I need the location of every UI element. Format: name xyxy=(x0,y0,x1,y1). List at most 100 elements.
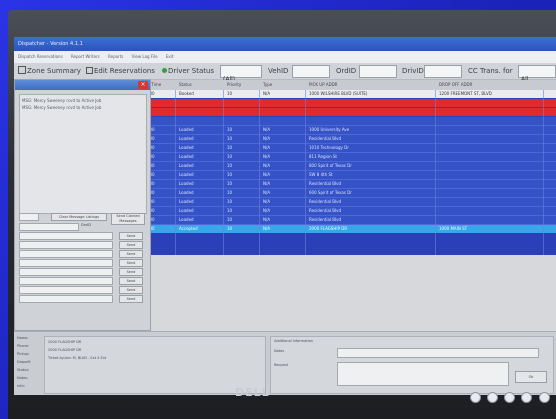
monitor-button[interactable] xyxy=(470,392,481,403)
close-icon[interactable]: × xyxy=(138,81,148,89)
power-button[interactable] xyxy=(539,392,550,403)
cc-trans-select[interactable]: All xyxy=(518,65,556,83)
col-dropoff[interactable]: DROP OFF ADDR xyxy=(439,80,472,90)
monitor-button[interactable] xyxy=(504,392,515,403)
col-status[interactable]: Status xyxy=(179,80,192,90)
monitor-brand-logo: DELL xyxy=(235,386,270,399)
notes-field[interactable] xyxy=(337,348,539,358)
table-row[interactable]: 10:00Loaded10N/ASW 8 4th St xyxy=(139,171,556,180)
send-canned-messages-button[interactable]: Send Canned Messages xyxy=(111,213,145,225)
table-row[interactable]: 10:00Loaded10N/A800 Spirit of Texas Dr xyxy=(139,162,556,171)
menu-item-exit[interactable]: Exit xyxy=(166,54,174,59)
canned-message-field[interactable] xyxy=(19,286,113,294)
additional-info-label: Additional Information xyxy=(274,339,313,343)
vehid-input[interactable] xyxy=(292,65,330,78)
cell-pickup: Residential Blvd xyxy=(309,199,342,204)
table-row[interactable]: 10:00Loaded10N/AResidential Blvd xyxy=(139,198,556,207)
cc-trans-label: CC Trans. for xyxy=(468,67,513,75)
menu-item-report-writers[interactable]: Report Writers xyxy=(71,54,100,59)
cell-pickup: 1000 WILSHIRE BLVD (SUITE) xyxy=(309,91,368,96)
reservations-grid: Res Time Status Priority Type PICK UP AD… xyxy=(139,80,556,255)
cell-type: N/A xyxy=(263,208,271,213)
cell-pickup: 600 Spirit of Texas Dr xyxy=(309,190,352,195)
msg-target-field[interactable] xyxy=(19,213,39,221)
canned-message-field[interactable] xyxy=(19,259,113,267)
table-row-selected[interactable]: 10:00Accepted10N/A2000 FLAGSHIP DR1000 M… xyxy=(139,225,556,233)
edit-reservations-button[interactable]: Edit Reservations xyxy=(86,64,155,78)
cell-pickup: 811 Region St xyxy=(309,154,337,159)
table-row[interactable]: 10:00Loaded10N/A1010 Technology Dr xyxy=(139,144,556,153)
additional-info-box: Additional Information Notes Request Ok xyxy=(270,336,554,394)
send-button[interactable]: Send xyxy=(119,259,143,267)
cell-pickup: 800 Spirit of Texas Dr xyxy=(309,163,352,168)
zone-summary-button[interactable]: Zone Summary xyxy=(18,64,81,78)
canned-message-field[interactable] xyxy=(19,277,113,285)
cell-type: N/A xyxy=(263,199,271,204)
table-row[interactable] xyxy=(139,99,556,107)
cell-type: N/A xyxy=(263,190,271,195)
monitor-button[interactable] xyxy=(521,392,532,403)
drvid-label: DrvID xyxy=(81,223,91,227)
cell-pickup: 1000 University Ave xyxy=(309,127,350,132)
cell-pickup: Residential Blvd xyxy=(309,181,342,186)
col-priority[interactable]: Priority xyxy=(227,80,241,90)
driver-status-button[interactable]: Driver Status xyxy=(162,64,214,78)
canned-message-field[interactable] xyxy=(19,232,113,240)
table-row[interactable]: 10:00Loaded10N/AResidential Blvd xyxy=(139,180,556,189)
clear-messages-button[interactable]: Clear Message Listings xyxy=(51,213,107,221)
monitor-button[interactable] xyxy=(487,392,498,403)
cell-pickup: Residential Blvd xyxy=(309,217,342,222)
table-row[interactable]: 10:00Loaded10N/A1000 University Ave xyxy=(139,126,556,135)
message-log[interactable]: MSG: Mercy Sweeney rcvd to Active Job MS… xyxy=(19,94,147,214)
request-field[interactable] xyxy=(337,362,509,386)
cell-priority: 10 xyxy=(227,163,233,168)
menu-item-view-log[interactable]: View Log File xyxy=(132,54,158,59)
ok-button[interactable]: Ok xyxy=(515,371,547,383)
menu-item-reports[interactable]: Reports xyxy=(108,54,123,59)
cell-pickup: SW 8 4th St xyxy=(309,172,333,177)
message-input[interactable] xyxy=(19,223,79,231)
table-row[interactable]: 10:00Loaded10N/AResidential Blvd xyxy=(139,207,556,216)
detail-label: Notes: xyxy=(17,376,29,380)
request-label: Request xyxy=(274,363,289,367)
order-details-panel: Name: Phone: Pickup: Dropoff: Status: Notes: I… xyxy=(14,331,556,395)
table-row[interactable]: 10:00Booked10N/A1000 WILSHIRE BLVD (SUIT… xyxy=(139,90,556,98)
col-type[interactable]: Type xyxy=(263,80,272,90)
canned-message-field[interactable] xyxy=(19,250,113,258)
cell-priority: 10 xyxy=(227,208,233,213)
vehid-label: VehID xyxy=(268,67,289,75)
send-button[interactable]: Send xyxy=(119,286,143,294)
cell-type: N/A xyxy=(263,127,271,132)
send-button[interactable]: Send xyxy=(119,232,143,240)
canned-message-field[interactable] xyxy=(19,241,113,249)
table-row[interactable]: 10:00Loaded10N/A600 Spirit of Texas Dr xyxy=(139,189,556,198)
send-button[interactable]: Send xyxy=(119,268,143,276)
cell-priority: 10 xyxy=(227,190,233,195)
cell-status: Loaded xyxy=(179,181,194,186)
cell-priority: 10 xyxy=(227,91,233,96)
canned-message-field[interactable] xyxy=(19,268,113,276)
table-row[interactable]: 10:00Loaded10N/AResidential Blvd xyxy=(139,216,556,225)
cell-type: N/A xyxy=(263,181,271,186)
send-button[interactable]: Send xyxy=(119,241,143,249)
table-row[interactable]: 10:00Loaded10N/AResidential Blvd xyxy=(139,135,556,144)
menu-item-dispatch[interactable]: Dispatch Reservations xyxy=(18,54,63,59)
cell-status: Loaded xyxy=(179,190,194,195)
order-info-box: 2000 FLAGSHIP DR 2000 FLAGSHIP DR Ticket… xyxy=(44,336,266,394)
message-line: MSG: Mercy Sweeney rcvd to Active Job xyxy=(22,105,102,110)
ordid-input[interactable] xyxy=(359,65,397,78)
table-row[interactable] xyxy=(139,117,556,126)
cell-priority: 10 xyxy=(227,145,233,150)
send-button[interactable]: Send xyxy=(119,250,143,258)
table-row[interactable] xyxy=(139,108,556,116)
status-dot-icon xyxy=(162,68,167,73)
col-pickup[interactable]: PICK UP ADDR xyxy=(309,80,338,90)
send-button[interactable]: Send xyxy=(119,295,143,303)
messages-titlebar xyxy=(15,80,150,90)
canned-message-field[interactable] xyxy=(19,295,113,303)
drivid-input[interactable] xyxy=(424,65,462,78)
driver-status-select[interactable]: (All) xyxy=(220,65,262,83)
table-row[interactable]: 10:00Loaded10N/A811 Region St xyxy=(139,153,556,162)
send-button[interactable]: Send xyxy=(119,277,143,285)
cell-priority: 10 xyxy=(227,127,233,132)
